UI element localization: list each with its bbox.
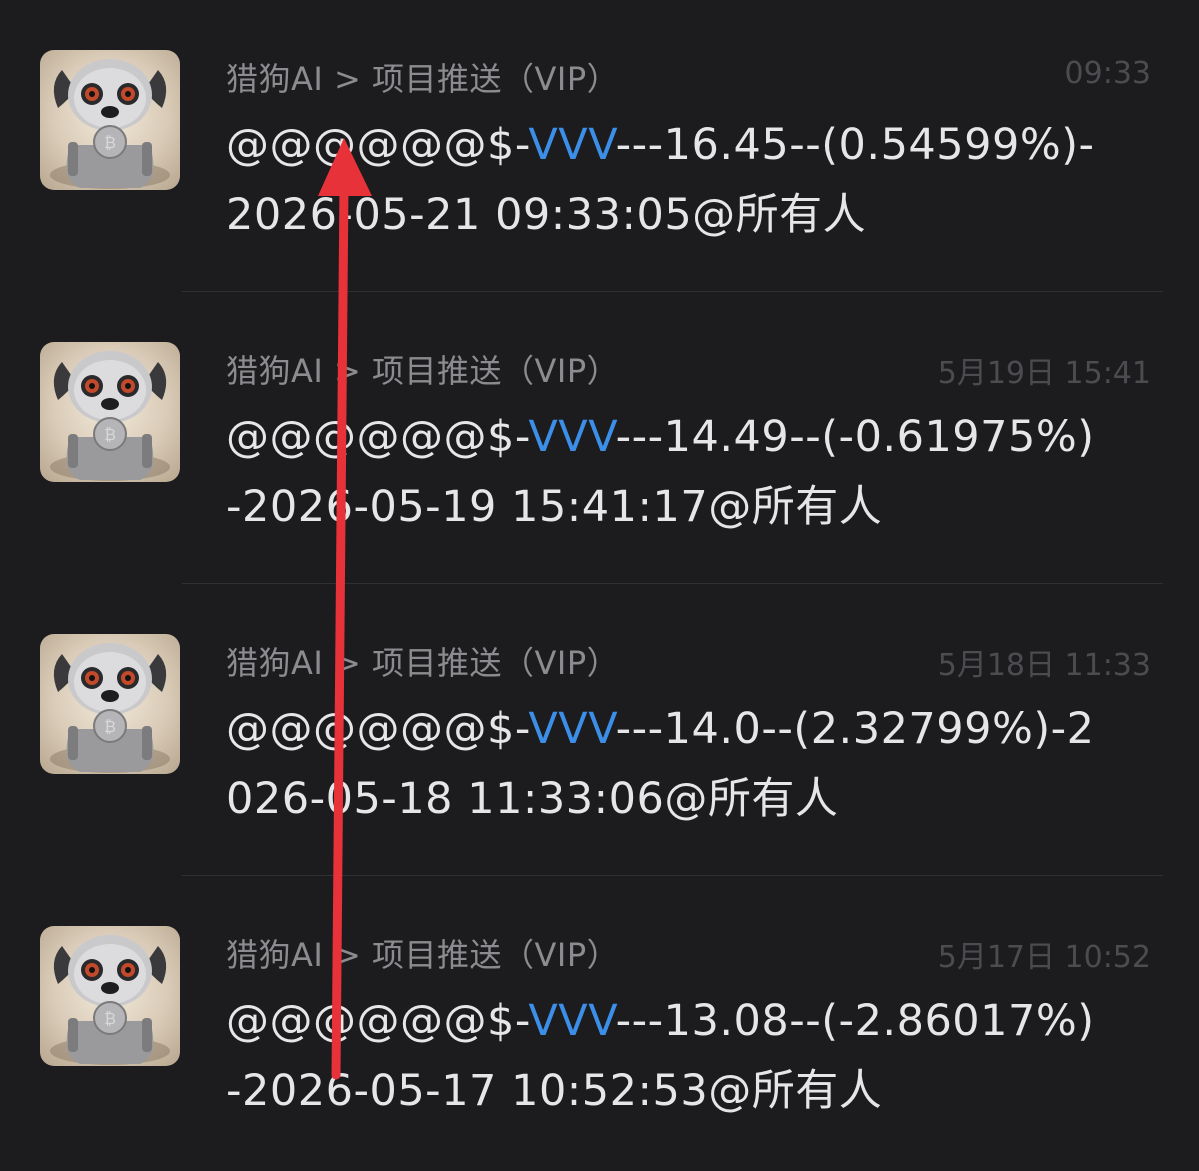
robot-dog-avatar-icon: ₿ xyxy=(50,59,170,189)
sender-name: 猎狗AI > 项目推送（VIP） xyxy=(226,936,620,974)
message-text[interactable]: @@@@@@$-VVV---14.0--(2.32799%)-2026-05-1… xyxy=(226,694,1106,834)
svg-text:₿: ₿ xyxy=(104,717,116,736)
sender-name: 猎狗AI > 项目推送（VIP） xyxy=(226,352,620,390)
message-prefix: @@@@@@$- xyxy=(226,412,529,462)
svg-text:₿: ₿ xyxy=(104,425,116,444)
message-time: 5月18日 11:33 xyxy=(937,648,1151,683)
sender-name: 猎狗AI > 项目推送（VIP） xyxy=(226,60,620,98)
avatar[interactable]: ₿ xyxy=(40,634,180,774)
message-text[interactable]: @@@@@@$-VVV---16.45--(0.54599%)-2026-05-… xyxy=(226,110,1106,250)
message-list: ₿ 猎狗AI > 项目推送（VIP） 09:33 @@@@@@$-VVV---1… xyxy=(0,0,1199,1171)
sender-name: 猎狗AI > 项目推送（VIP） xyxy=(226,644,620,682)
list-item[interactable]: ₿ 猎狗AI > 项目推送（VIP） 09:33 @@@@@@$-VVV---1… xyxy=(0,0,1199,292)
robot-dog-avatar-icon: ₿ xyxy=(50,935,170,1065)
message-time: 5月19日 15:41 xyxy=(937,356,1151,391)
avatar[interactable]: ₿ xyxy=(40,342,180,482)
list-item[interactable]: ₿ 猎狗AI > 项目推送（VIP） 5月19日 15:41 @@@@@@$-V… xyxy=(0,292,1199,584)
message-prefix: @@@@@@$- xyxy=(226,996,529,1046)
message-prefix: @@@@@@$- xyxy=(226,704,529,754)
ticker-link[interactable]: VVV xyxy=(528,704,615,754)
avatar[interactable]: ₿ xyxy=(40,926,180,1066)
svg-text:₿: ₿ xyxy=(104,1009,116,1028)
robot-dog-avatar-icon: ₿ xyxy=(50,643,170,773)
svg-text:₿: ₿ xyxy=(104,133,116,152)
message-text[interactable]: @@@@@@$-VVV---14.49--(-0.61975%)-2026-05… xyxy=(226,402,1106,542)
list-item[interactable]: ₿ 猎狗AI > 项目推送（VIP） 5月18日 11:33 @@@@@@$-V… xyxy=(0,584,1199,876)
message-text[interactable]: @@@@@@$-VVV---13.08--(-2.86017%)-2026-05… xyxy=(226,986,1106,1126)
ticker-link[interactable]: VVV xyxy=(528,120,615,170)
ticker-link[interactable]: VVV xyxy=(528,996,615,1046)
message-time: 09:33 xyxy=(1064,56,1151,91)
message-time: 5月17日 10:52 xyxy=(937,940,1151,975)
list-item[interactable]: ₿ 猎狗AI > 项目推送（VIP） 5月17日 10:52 @@@@@@$-V… xyxy=(0,876,1199,1168)
robot-dog-avatar-icon: ₿ xyxy=(50,351,170,481)
avatar[interactable]: ₿ xyxy=(40,50,180,190)
message-prefix: @@@@@@$- xyxy=(226,120,529,170)
ticker-link[interactable]: VVV xyxy=(528,412,615,462)
